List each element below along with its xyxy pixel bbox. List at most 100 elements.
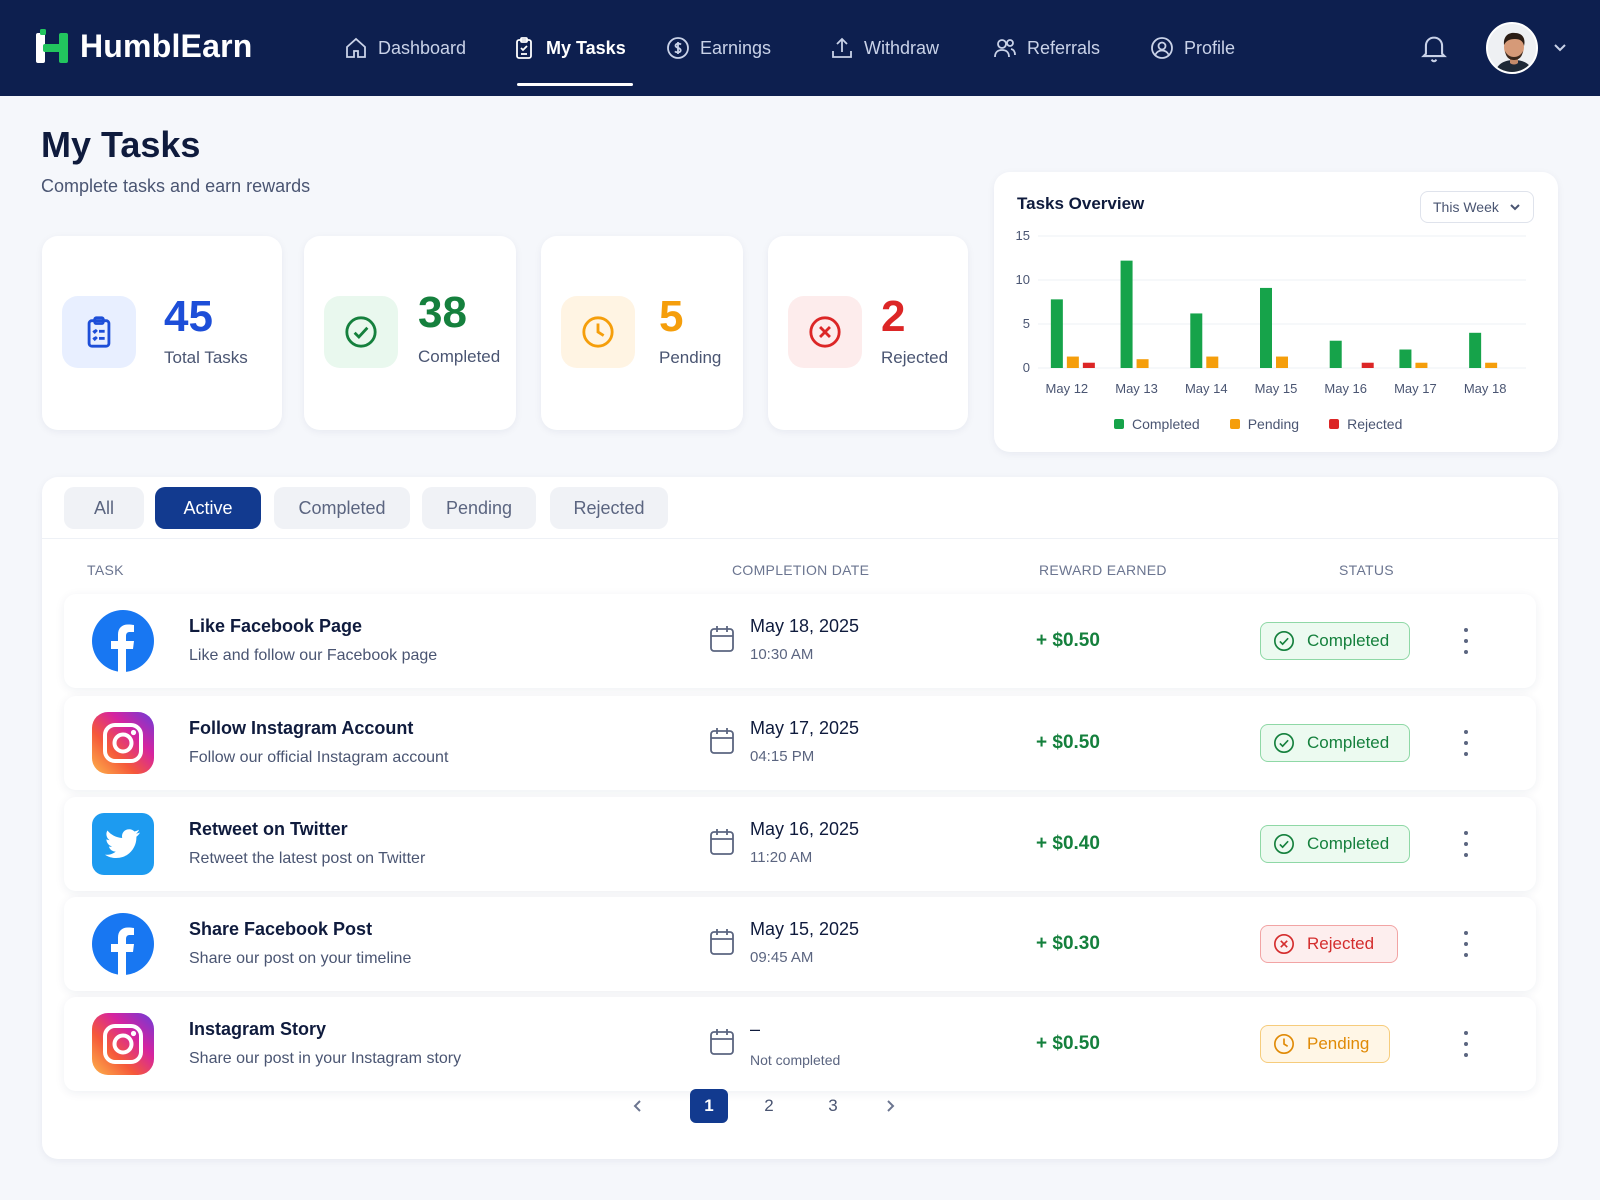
upload-icon	[832, 37, 852, 58]
column-header-task[interactable]: TASK	[87, 562, 124, 578]
nav-withdraw[interactable]: Withdraw	[830, 32, 939, 64]
nav-referrals[interactable]: Referrals	[993, 32, 1100, 64]
bar-completed	[1120, 260, 1133, 368]
status-label: Rejected	[1307, 934, 1375, 953]
completion-date: May 15, 2025	[750, 919, 860, 939]
tab-all[interactable]: All	[64, 487, 144, 529]
clock-icon	[561, 296, 635, 368]
tasks-overview-card: Tasks Overview This Week 0 5 10 15 May 12 May…	[994, 172, 1558, 452]
nav-dashboard[interactable]: Dashboard	[344, 32, 466, 64]
stat-pending-label: Pending	[659, 348, 722, 367]
clock-icon	[1274, 1034, 1294, 1054]
legend-label-completed: Completed	[1132, 416, 1200, 432]
stat-card-pending: 5 Pending	[541, 236, 743, 430]
page-button-2[interactable]: 2	[754, 1089, 784, 1123]
task-description: Retweet the latest post on Twitter	[189, 850, 426, 867]
nav-withdraw-label: Withdraw	[864, 37, 940, 58]
x-tick-label: May 14	[1185, 381, 1228, 396]
stat-completed-label: Completed	[418, 347, 501, 366]
stat-card-rejected: 2 Rejected	[768, 236, 968, 430]
more-options-icon[interactable]	[1460, 831, 1472, 857]
logo-mark-icon	[36, 28, 68, 65]
status-badge: Rejected	[1260, 925, 1398, 963]
task-description: Share our post in your Instagram story	[189, 1050, 462, 1067]
tasks-bar-chart: 0 5 10 15 May 12 May 13 May 14 May 15 May 16 May …	[1016, 228, 1526, 396]
table-row[interactable]: Retweet on Twitter Retweet the latest po…	[64, 797, 1536, 891]
completion-date: May 16, 2025	[750, 819, 860, 839]
calendar-icon	[708, 1027, 736, 1057]
task-title: Instagram Story	[189, 1019, 327, 1039]
legend-rejected: Rejected	[1329, 416, 1402, 432]
tab-pending[interactable]: Pending	[422, 487, 536, 529]
task-title: Follow Instagram Account	[189, 718, 414, 738]
legend-swatch-rejected	[1329, 419, 1340, 429]
tab-active[interactable]: Active	[155, 487, 261, 529]
stat-completed-value: 38	[418, 288, 467, 337]
completion-date: May 17, 2025	[750, 718, 860, 738]
nav-earnings-label: Earnings	[700, 37, 772, 58]
nav-profile[interactable]: Profile	[1150, 32, 1235, 64]
chevron-left-icon[interactable]	[626, 1089, 650, 1123]
completion-time: 11:20 AM	[750, 849, 813, 866]
users-icon	[994, 39, 1016, 58]
bar-pending	[1136, 359, 1149, 368]
task-title: Retweet on Twitter	[189, 819, 348, 839]
reward-earned: + $0.50	[1036, 732, 1100, 753]
column-header-reward[interactable]: REWARD EARNED	[1039, 562, 1167, 578]
calendar-icon	[708, 624, 736, 654]
status-label: Pending	[1307, 1034, 1370, 1053]
nav-earnings[interactable]: Earnings	[666, 32, 771, 64]
bar-completed	[1399, 349, 1412, 368]
brand-name: HumblEarn	[80, 28, 253, 64]
bar-rejected	[1082, 362, 1095, 368]
table-row[interactable]: Instagram Story Share our post in your I…	[64, 997, 1536, 1091]
more-options-icon[interactable]	[1460, 931, 1472, 957]
table-row[interactable]: Share Facebook Post Share our post on yo…	[64, 897, 1536, 991]
completion-date: –	[750, 1019, 761, 1039]
brand-logo[interactable]: HumblEarn	[36, 28, 253, 65]
stat-total-label: Total Tasks	[164, 348, 248, 367]
legend-label-rejected: Rejected	[1347, 416, 1403, 432]
more-options-icon[interactable]	[1460, 628, 1472, 654]
bar-completed	[1469, 332, 1482, 368]
calendar-icon	[708, 927, 736, 957]
chart-legend: Completed Pending Rejected	[1114, 416, 1402, 432]
user-avatar[interactable]	[1486, 22, 1538, 74]
y-tick-label: 10	[1016, 272, 1030, 287]
chevron-right-icon[interactable]	[878, 1089, 902, 1123]
clipboard-list-icon	[62, 296, 136, 368]
table-row[interactable]: Like Facebook Page Like and follow our F…	[64, 594, 1536, 688]
check-circle-icon	[1274, 631, 1294, 651]
x-tick-label: May 17	[1394, 381, 1437, 396]
tab-rejected[interactable]: Rejected	[550, 487, 668, 529]
nav-my-tasks-label: My Tasks	[546, 37, 626, 58]
more-options-icon[interactable]	[1460, 1031, 1472, 1057]
bar-pending	[1206, 356, 1219, 368]
chevron-down-icon[interactable]	[1553, 40, 1567, 54]
facebook-icon	[92, 610, 154, 672]
task-description: Share our post on your timeline	[189, 950, 412, 967]
page-button-3[interactable]: 3	[818, 1089, 848, 1123]
more-options-icon[interactable]	[1460, 730, 1472, 756]
instagram-icon	[92, 1013, 154, 1075]
active-tab-indicator	[517, 83, 633, 86]
legend-pending: Pending	[1229, 416, 1299, 432]
twitter-icon	[92, 813, 154, 875]
bar-pending	[1066, 356, 1079, 368]
legend-swatch-pending	[1229, 419, 1240, 429]
column-header-status[interactable]: STATUS	[1339, 562, 1394, 578]
notifications-bell-icon[interactable]	[1420, 33, 1448, 63]
x-tick-label: May 16	[1324, 381, 1367, 396]
status-badge: Pending	[1260, 1025, 1390, 1063]
user-circle-icon	[1151, 37, 1173, 59]
bar-completed	[1260, 287, 1272, 368]
nav-my-tasks[interactable]: My Tasks	[512, 32, 626, 64]
stat-rejected-label: Rejected	[881, 348, 949, 367]
page-button-1[interactable]: 1	[690, 1089, 728, 1123]
bar-pending	[1415, 362, 1428, 368]
tab-completed[interactable]: Completed	[274, 487, 410, 529]
completion-date: May 18, 2025	[750, 616, 860, 636]
column-header-date[interactable]: COMPLETION DATE	[732, 562, 869, 578]
stat-card-completed: 38 Completed	[304, 236, 516, 430]
table-row[interactable]: Follow Instagram Account Follow our offi…	[64, 696, 1536, 790]
